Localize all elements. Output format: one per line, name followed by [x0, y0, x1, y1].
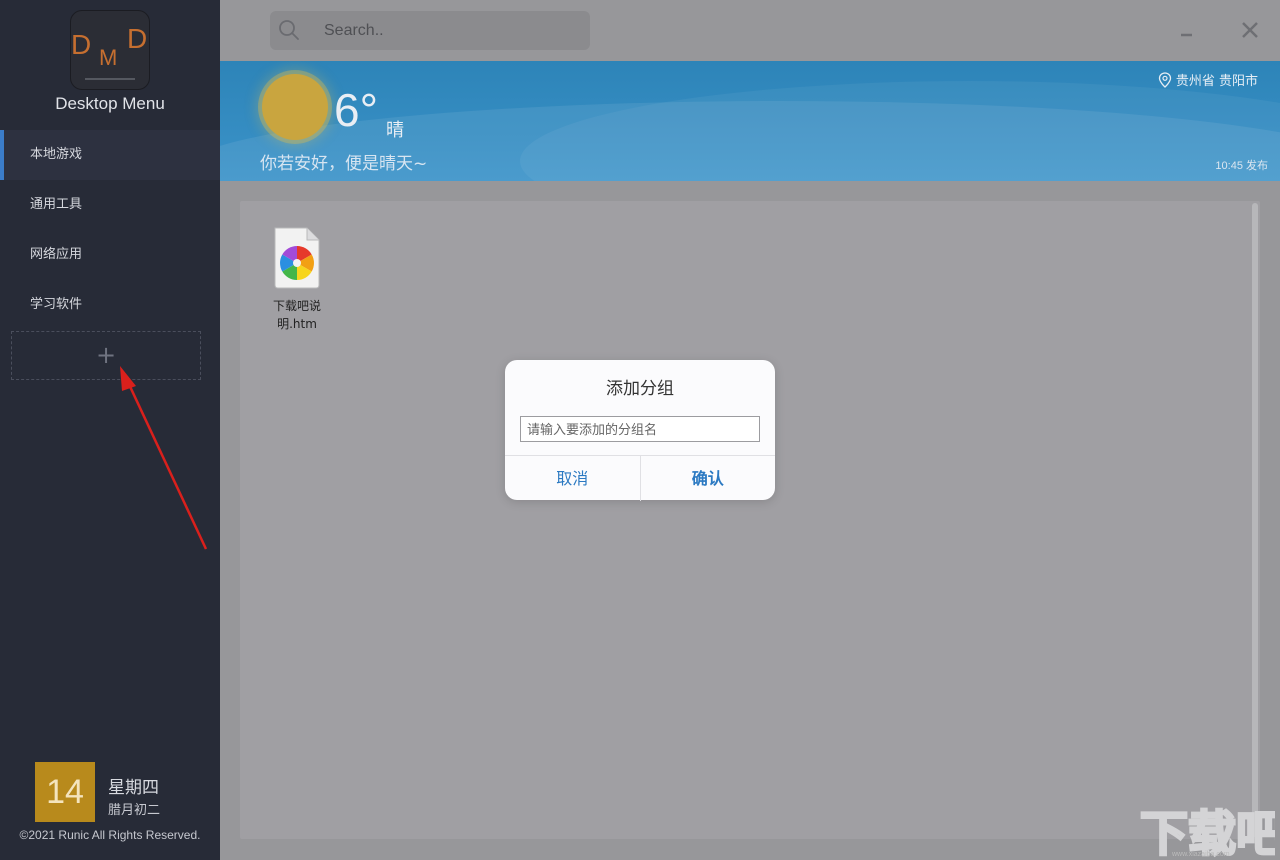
- watermark-url: www.xiazaiba.com: [1172, 851, 1230, 858]
- group-name-input[interactable]: [520, 416, 760, 442]
- location[interactable]: 贵州省 贵阳市: [1158, 70, 1258, 89]
- logo-letter: D: [71, 29, 92, 60]
- file-panel: 下载吧说明.htm: [240, 201, 1260, 839]
- htm-file-icon: [274, 227, 320, 289]
- logo-letter: M: [99, 45, 118, 70]
- sidebar-item-general-tools[interactable]: 通用工具: [0, 180, 220, 230]
- location-pin-icon: [1158, 71, 1172, 88]
- sidebar-item-local-games[interactable]: 本地游戏: [0, 130, 220, 180]
- minimize-icon[interactable]: [1176, 22, 1198, 44]
- sidebar-item-label: 学习软件: [30, 297, 83, 312]
- plus-icon: +: [95, 341, 117, 369]
- lunar-date-label: 腊月初二: [108, 803, 161, 818]
- add-group-button[interactable]: +: [11, 331, 201, 380]
- search-box: [270, 11, 590, 50]
- search-icon: [279, 20, 299, 40]
- file-name: 下载吧说明.htm: [272, 299, 321, 331]
- file-item[interactable]: 下载吧说明.htm: [264, 227, 330, 333]
- sidebar-item-label: 网络应用: [30, 247, 83, 262]
- sidebar-item-label: 本地游戏: [30, 147, 83, 162]
- sidebar-item-label: 通用工具: [30, 197, 83, 212]
- top-bar: [220, 0, 1280, 61]
- sun-icon: [262, 74, 328, 140]
- sidebar-nav: 本地游戏 通用工具 网络应用 学习软件: [0, 130, 220, 330]
- weekday-label: 星期四: [108, 778, 159, 798]
- weather-condition: 晴: [386, 120, 404, 141]
- app-logo: D M D: [70, 10, 150, 90]
- sidebar-item-learning-software[interactable]: 学习软件: [0, 280, 220, 330]
- dialog-buttons: 取消 确认: [505, 455, 776, 501]
- cancel-button[interactable]: 取消: [505, 456, 641, 501]
- sidebar-item-network-apps[interactable]: 网络应用: [0, 230, 220, 280]
- copyright-text: ©2021 Runic All Rights Reserved.: [19, 828, 201, 842]
- confirm-button[interactable]: 确认: [641, 456, 776, 501]
- location-label: 贵州省 贵阳市: [1175, 74, 1258, 89]
- logo-underline: [85, 78, 135, 80]
- logo-letter: D: [127, 23, 148, 54]
- dialog-title: 添加分组: [606, 379, 674, 399]
- app-name: Desktop Menu: [55, 94, 165, 113]
- scrollbar[interactable]: [1252, 203, 1258, 837]
- close-icon[interactable]: [1238, 18, 1262, 42]
- temperature: 6°: [334, 84, 378, 136]
- sidebar: D M D Desktop Menu 本地游戏 通用工具 网络应用 学习软件 +…: [0, 0, 220, 860]
- publish-time: 10:45 发布: [1215, 160, 1268, 172]
- content-area: 下载吧说明.htm: [220, 181, 1280, 860]
- search-input[interactable]: [324, 11, 584, 50]
- calendar-day: 14: [35, 762, 95, 822]
- weather-tagline: 你若安好，便是晴天~: [260, 154, 428, 174]
- add-group-dialog: 添加分组 取消 确认: [505, 360, 776, 501]
- weather-banner: 6° 晴 你若安好，便是晴天~ 贵州省 贵阳市 10:45 发布: [220, 61, 1280, 181]
